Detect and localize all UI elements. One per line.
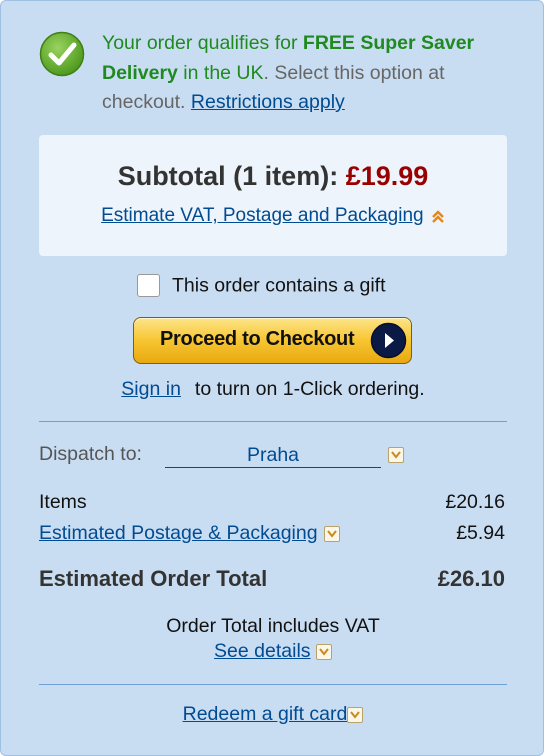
subtotal: Subtotal (1 item): £19.99 <box>39 161 507 192</box>
redeem-gift-card-link[interactable]: Redeem a gift card <box>183 703 348 725</box>
vat-note: Order Total includes VAT <box>166 615 380 637</box>
redeem-dropdown-icon[interactable] <box>347 706 364 723</box>
postage-row: Estimated Postage & Packaging £5.94 <box>39 522 507 545</box>
cart-summary-panel: Your order qualifies for FREE Super Save… <box>0 0 544 756</box>
estimate-vat-row: Estimate VAT, Postage and Packaging <box>39 205 507 227</box>
order-total-row: Estimated Order Total £26.10 <box>39 566 507 592</box>
checkout-button-label: Proceed to Checkout <box>160 328 355 350</box>
free-delivery-text: Your order qualifies for FREE Super Save… <box>102 29 502 118</box>
restrictions-link[interactable]: Restrictions apply <box>191 91 345 113</box>
sign-in-row: Sign in to turn on 1-Click ordering. <box>1 378 544 401</box>
subtotal-box: Subtotal (1 item): £19.99 Estimate VAT, … <box>39 135 507 256</box>
subtotal-price: £19.99 <box>345 161 429 191</box>
divider <box>39 684 507 685</box>
double-chevron-up-icon[interactable] <box>431 209 445 223</box>
play-arrow-icon <box>370 322 407 359</box>
redeem-row: Redeem a gift card <box>1 703 544 726</box>
gift-option: This order contains a gift <box>137 274 386 298</box>
postage-dropdown-icon[interactable] <box>323 525 340 542</box>
dispatch-row: Dispatch to: Praha <box>39 443 404 468</box>
checkmark-icon <box>39 31 85 77</box>
items-row: Items £20.16 <box>39 491 507 514</box>
dispatch-label: Dispatch to: <box>39 443 142 465</box>
divider <box>39 421 507 422</box>
postage-link[interactable]: Estimated Postage & Packaging <box>39 522 318 544</box>
see-details-row: See details <box>1 640 544 663</box>
items-amount: £20.16 <box>445 491 505 513</box>
estimate-vat-link[interactable]: Estimate VAT, Postage and Packaging <box>101 205 423 226</box>
see-details-dropdown-icon[interactable] <box>315 643 332 660</box>
one-click-text: to turn on 1-Click ordering. <box>194 378 425 400</box>
proceed-to-checkout-button[interactable]: Proceed to Checkout <box>133 317 412 364</box>
delivery-text-1: Your order qualifies for <box>102 32 303 54</box>
gift-checkbox[interactable] <box>137 274 160 298</box>
delivery-text-3: in the UK <box>177 61 264 84</box>
sign-in-link[interactable]: Sign in <box>121 378 181 400</box>
order-total-label: Estimated Order Total <box>39 566 268 591</box>
see-details-link[interactable]: See details <box>214 640 310 662</box>
dispatch-city-select[interactable]: Praha <box>165 443 381 468</box>
items-label: Items <box>39 491 87 513</box>
subtotal-label: Subtotal (1 item): <box>117 161 339 191</box>
postage-amount: £5.94 <box>456 522 505 544</box>
dispatch-dropdown-icon[interactable] <box>388 447 404 463</box>
gift-label: This order contains a gift <box>172 274 386 297</box>
order-total-amount: £26.10 <box>437 566 505 591</box>
